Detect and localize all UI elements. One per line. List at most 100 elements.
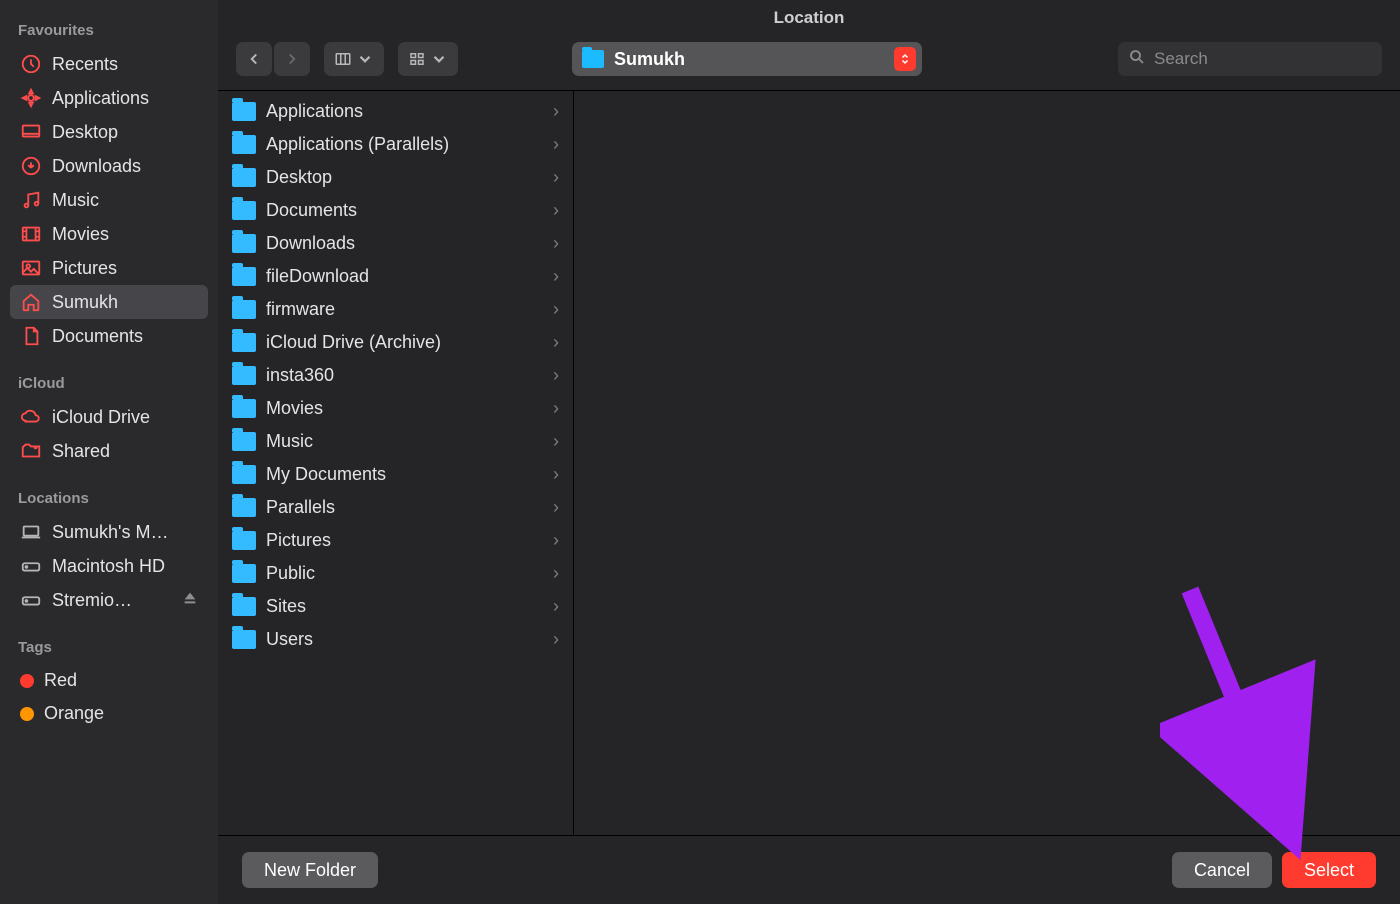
- sidebar-item-stremio[interactable]: Stremio…: [10, 583, 208, 617]
- sidebar-item-label: Sumukh: [52, 292, 198, 313]
- list-item[interactable]: My Documents›: [218, 458, 573, 491]
- path-dropdown[interactable]: Sumukh: [572, 42, 922, 76]
- chevron-right-icon: ›: [553, 266, 559, 287]
- tag-dot-icon: [20, 674, 34, 688]
- chevron-right-icon: ›: [553, 101, 559, 122]
- sidebar-item-label: iCloud Drive: [52, 407, 198, 428]
- chevron-right-icon: ›: [553, 530, 559, 551]
- list-item[interactable]: iCloud Drive (Archive)›: [218, 326, 573, 359]
- folder-icon: [232, 630, 256, 649]
- sidebar-item-label: Movies: [52, 224, 198, 245]
- list-item[interactable]: Documents›: [218, 194, 573, 227]
- folder-icon: [232, 135, 256, 154]
- folder-icon: [232, 102, 256, 121]
- view-columns-button[interactable]: [324, 42, 384, 76]
- sidebar-heading-tags: Tags: [18, 639, 200, 656]
- list-item[interactable]: Applications›: [218, 95, 573, 128]
- list-item[interactable]: insta360›: [218, 359, 573, 392]
- sidebar-item-label: Desktop: [52, 122, 198, 143]
- folder-icon: [232, 201, 256, 220]
- cancel-button[interactable]: Cancel: [1172, 852, 1272, 888]
- sidebar-item-recents[interactable]: Recents: [10, 47, 208, 81]
- list-item[interactable]: Parallels›: [218, 491, 573, 524]
- path-label: Sumukh: [614, 49, 884, 70]
- list-item[interactable]: firmware›: [218, 293, 573, 326]
- chevron-right-icon: ›: [553, 299, 559, 320]
- folder-icon: [232, 300, 256, 319]
- sidebar-item-label: Stremio…: [52, 590, 172, 611]
- sidebar-heading-locations: Locations: [18, 490, 200, 507]
- eject-icon[interactable]: [182, 590, 198, 611]
- documents-icon: [20, 325, 42, 347]
- shared-folder-icon: [20, 440, 42, 462]
- folder-icon: [232, 366, 256, 385]
- list-item[interactable]: Music›: [218, 425, 573, 458]
- sidebar-section-favourites: Favourites Recents Applications Desktop …: [10, 22, 208, 353]
- list-item[interactable]: Downloads›: [218, 227, 573, 260]
- sidebar-item-desktop[interactable]: Desktop: [10, 115, 208, 149]
- sidebar: Favourites Recents Applications Desktop …: [0, 0, 218, 904]
- empty-column: [574, 91, 1400, 835]
- folder-icon: [232, 432, 256, 451]
- list-item[interactable]: Sites›: [218, 590, 573, 623]
- sidebar-item-label: Shared: [52, 441, 198, 462]
- sidebar-item-movies[interactable]: Movies: [10, 217, 208, 251]
- disk-icon: [20, 555, 42, 577]
- sidebar-section-tags: Tags Red Orange: [10, 639, 208, 730]
- list-item[interactable]: Users›: [218, 623, 573, 656]
- folder-icon: [232, 234, 256, 253]
- chevron-right-icon: ›: [553, 431, 559, 452]
- folder-icon: [582, 50, 604, 68]
- sidebar-heading-favourites: Favourites: [18, 22, 200, 39]
- list-item[interactable]: fileDownload›: [218, 260, 573, 293]
- chevron-right-icon: ›: [553, 134, 559, 155]
- list-item[interactable]: Desktop›: [218, 161, 573, 194]
- folder-icon: [232, 399, 256, 418]
- applications-icon: [20, 87, 42, 109]
- toolbar: Sumukh Search: [218, 30, 1400, 90]
- footer: New Folder Cancel Select: [218, 835, 1400, 904]
- music-icon: [20, 189, 42, 211]
- chevron-right-icon: ›: [553, 233, 559, 254]
- movies-icon: [20, 223, 42, 245]
- sidebar-item-music[interactable]: Music: [10, 183, 208, 217]
- sidebar-item-documents[interactable]: Documents: [10, 319, 208, 353]
- folder-icon: [232, 168, 256, 187]
- view-groupby-button[interactable]: [398, 42, 458, 76]
- sidebar-tag-red[interactable]: Red: [10, 664, 208, 697]
- select-button[interactable]: Select: [1282, 852, 1376, 888]
- laptop-icon: [20, 521, 42, 543]
- sidebar-item-shared[interactable]: Shared: [10, 434, 208, 468]
- sidebar-item-laptop[interactable]: Sumukh's M…: [10, 515, 208, 549]
- disk-icon: [20, 589, 42, 611]
- folder-icon: [232, 597, 256, 616]
- sidebar-item-downloads[interactable]: Downloads: [10, 149, 208, 183]
- sidebar-item-label: Red: [44, 670, 198, 691]
- sidebar-item-applications[interactable]: Applications: [10, 81, 208, 115]
- sidebar-item-label: Music: [52, 190, 198, 211]
- sidebar-item-label: Documents: [52, 326, 198, 347]
- back-button[interactable]: [236, 42, 272, 76]
- list-item[interactable]: Applications (Parallels)›: [218, 128, 573, 161]
- sidebar-item-label: Sumukh's M…: [52, 522, 198, 543]
- sidebar-section-locations: Locations Sumukh's M… Macintosh HD Strem…: [10, 490, 208, 617]
- sidebar-item-icloud-drive[interactable]: iCloud Drive: [10, 400, 208, 434]
- search-input[interactable]: Search: [1118, 42, 1382, 76]
- chevron-right-icon: ›: [553, 596, 559, 617]
- new-folder-button[interactable]: New Folder: [242, 852, 378, 888]
- file-browser-content: Applications› Applications (Parallels)› …: [218, 90, 1400, 835]
- window-title: Location: [218, 0, 1400, 30]
- sidebar-item-macintosh-hd[interactable]: Macintosh HD: [10, 549, 208, 583]
- chevron-right-icon: ›: [553, 332, 559, 353]
- pictures-icon: [20, 257, 42, 279]
- sidebar-item-pictures[interactable]: Pictures: [10, 251, 208, 285]
- file-column[interactable]: Applications› Applications (Parallels)› …: [218, 91, 574, 835]
- forward-button[interactable]: [274, 42, 310, 76]
- main-panel: Location Sumukh Search Applications›: [218, 0, 1400, 904]
- list-item[interactable]: Movies›: [218, 392, 573, 425]
- sidebar-item-home[interactable]: Sumukh: [10, 285, 208, 319]
- sidebar-item-label: Downloads: [52, 156, 198, 177]
- list-item[interactable]: Pictures›: [218, 524, 573, 557]
- list-item[interactable]: Public›: [218, 557, 573, 590]
- sidebar-tag-orange[interactable]: Orange: [10, 697, 208, 730]
